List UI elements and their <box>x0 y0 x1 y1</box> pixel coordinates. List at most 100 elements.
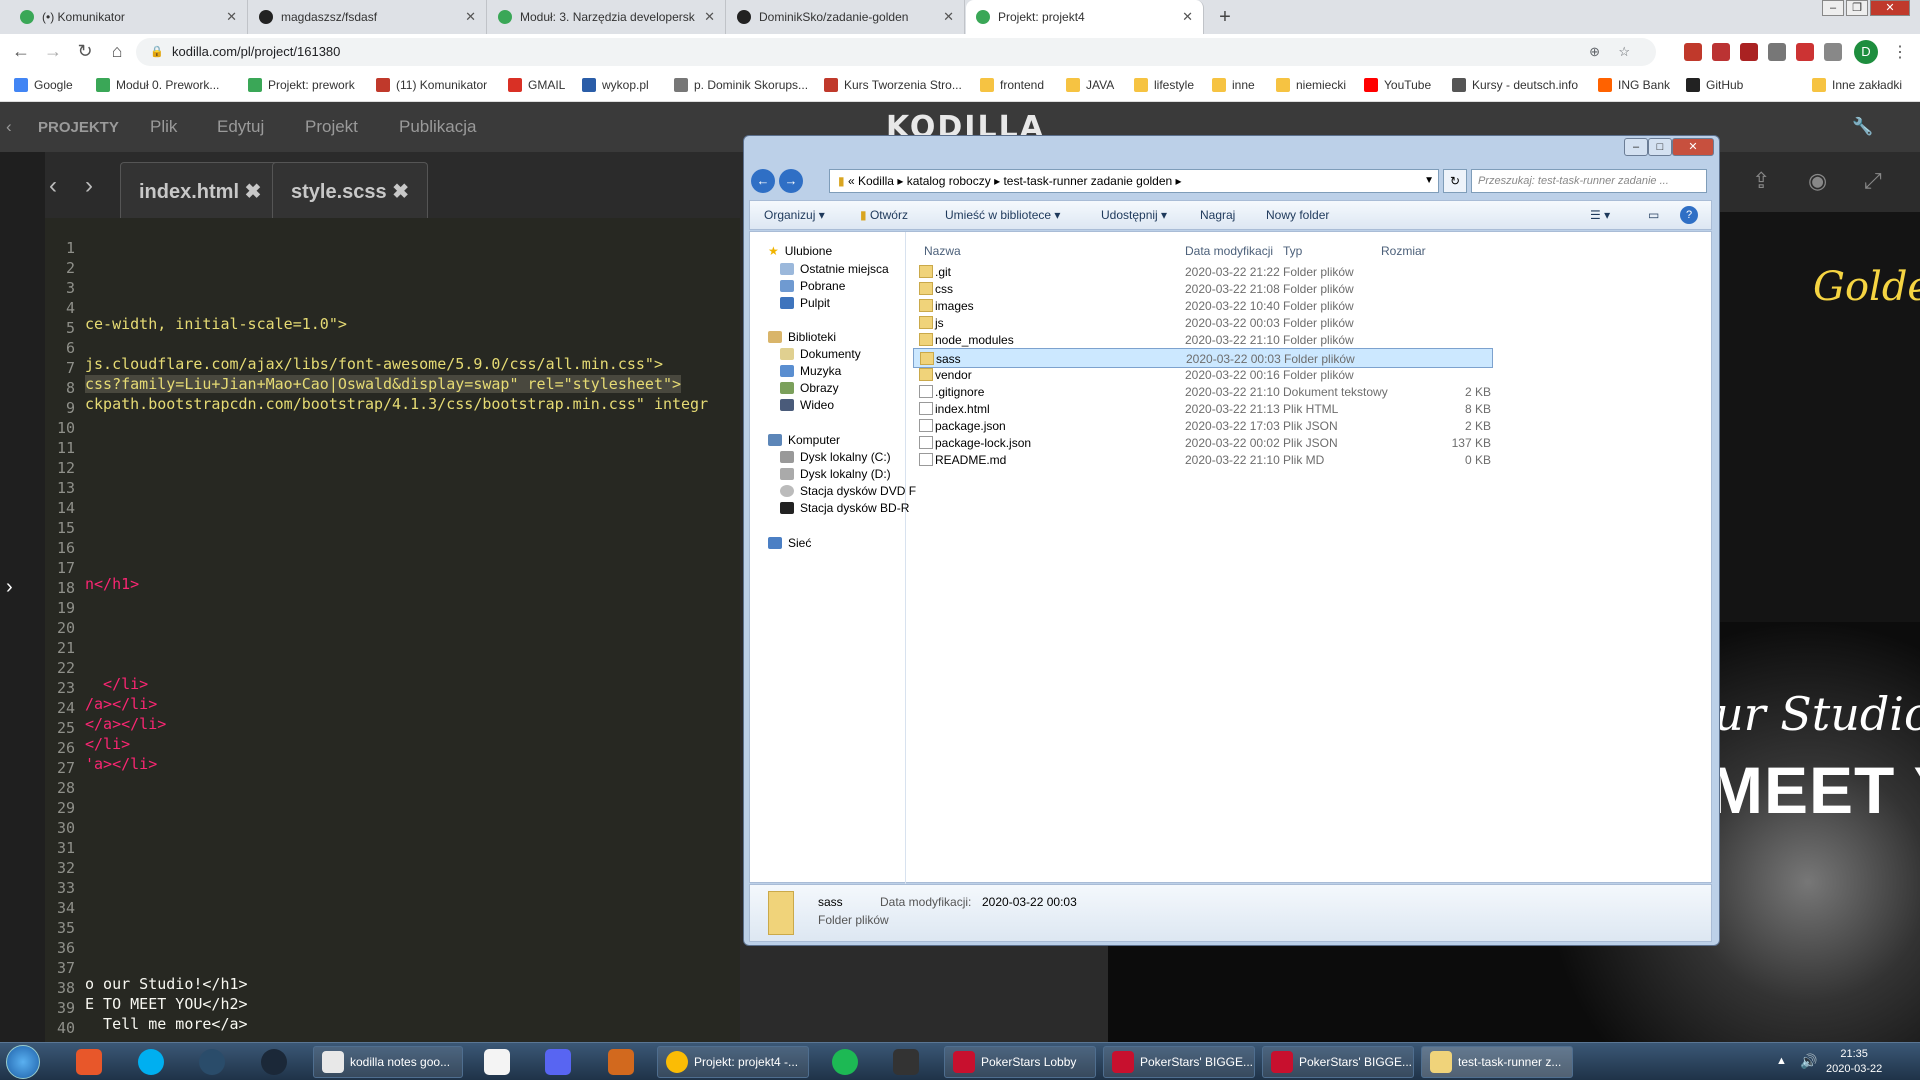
bookmark-item[interactable]: Kursy - deutsch.info <box>1452 78 1578 92</box>
close-icon[interactable]: ✖ <box>245 181 262 203</box>
bookmark-item[interactable]: p. Dominik Skorups... <box>674 78 808 92</box>
bookmark-item[interactable]: ING Bank <box>1598 78 1670 92</box>
zoom-icon[interactable]: ⊕ <box>1589 38 1600 66</box>
taskbar-item[interactable]: PokerStars' BIGGE... <box>1262 1046 1414 1078</box>
extension-icon[interactable] <box>1740 43 1758 61</box>
steam-icon[interactable] <box>261 1049 287 1075</box>
app-icon[interactable] <box>893 1049 919 1075</box>
nav-documents[interactable]: Dokumenty <box>780 347 861 361</box>
new-tab-button[interactable]: + <box>1212 5 1238 31</box>
menu-kebab-icon[interactable]: ⋮ <box>1892 42 1908 62</box>
bookmark-item[interactable]: Google <box>14 78 73 92</box>
breadcrumb-item[interactable]: katalog roboczy <box>907 174 991 188</box>
bookmark-folder[interactable]: frontend <box>980 78 1044 92</box>
bookmark-item[interactable]: YouTube <box>1364 78 1431 92</box>
bookmark-folder[interactable]: niemiecki <box>1276 78 1346 92</box>
fullscreen-icon[interactable]: ⤢ <box>1864 168 1882 194</box>
puzzle-icon[interactable] <box>1824 43 1842 61</box>
close-icon[interactable]: ✕ <box>704 9 715 25</box>
breadcrumb[interactable]: ▮ « Kodilla ▸ katalog roboczy ▸ test-tas… <box>829 169 1439 193</box>
nav-favorites[interactable]: ★ Ulubione <box>768 244 832 258</box>
teamspeak-icon[interactable] <box>199 1049 225 1075</box>
start-button[interactable] <box>6 1045 40 1079</box>
address-bar[interactable]: 🔒 kodilla.com/pl/project/161380 ⊕ ☆ <box>136 38 1656 66</box>
chevron-down-icon[interactable]: ▼ <box>1424 170 1434 192</box>
bookmark-item[interactable]: wykop.pl <box>582 78 649 92</box>
preview-pane-icon[interactable]: ▭ <box>1648 208 1659 222</box>
discord-icon[interactable] <box>545 1049 571 1075</box>
document-icon[interactable] <box>484 1049 510 1075</box>
chevron-left-icon[interactable]: ‹ <box>49 172 57 200</box>
browser-tab[interactable]: Moduł: 3. Narzędzia developersk ✕ <box>488 0 726 34</box>
clock[interactable]: 21:35 2020-03-22 <box>1826 1047 1882 1077</box>
open-button[interactable]: ▮ Otwórz <box>860 208 908 222</box>
nav-bd[interactable]: Stacja dysków BD-R <box>780 501 909 515</box>
search-input[interactable]: Przeszukaj: test-task-runner zadanie ... <box>1471 169 1707 193</box>
restore-button[interactable]: ❐ <box>1846 0 1868 16</box>
tray-arrow-icon[interactable]: ▲ <box>1776 1055 1787 1067</box>
nav-project[interactable]: Projekt <box>305 117 358 137</box>
nav-network[interactable]: Sieć <box>768 536 811 550</box>
code-editor[interactable]: 1 2 3 4 5 6 7 8 9 10 11 12 13 14 15 16 17 18 19 20 21 22 23 24 2… <box>45 218 740 1042</box>
browser-tab-active[interactable]: Projekt: projekt4 ✕ <box>966 0 1204 34</box>
home-button[interactable]: ⌂ <box>106 41 128 62</box>
spotify-icon[interactable] <box>832 1049 858 1075</box>
close-icon[interactable]: ✕ <box>465 9 476 25</box>
include-in-library-button[interactable]: Umieść w bibliotece ▾ <box>945 208 1060 222</box>
wrench-icon[interactable]: 🔧 <box>1852 117 1873 137</box>
file-row[interactable]: README.md 2020-03-22 21:10 Plik MD 0 KB <box>913 450 1493 470</box>
breadcrumb-item[interactable]: test-task-runner zadanie golden <box>1003 174 1172 188</box>
chevron-left-icon[interactable]: ‹ <box>6 117 12 137</box>
gear-icon[interactable] <box>1768 43 1786 61</box>
close-icon[interactable]: ✕ <box>1182 9 1193 25</box>
nav-music[interactable]: Muzyka <box>780 364 841 378</box>
bookmark-item[interactable]: (11) Komunikator <box>376 78 487 92</box>
chevron-right-icon[interactable]: › <box>85 172 93 200</box>
burn-button[interactable]: Nagraj <box>1200 208 1235 222</box>
nav-pictures[interactable]: Obrazy <box>780 381 839 395</box>
gitkraken-icon[interactable] <box>76 1049 102 1075</box>
column-header-name[interactable]: Nazwa <box>924 244 961 258</box>
column-header-type[interactable]: Typ <box>1283 244 1302 258</box>
bookmark-folder[interactable]: JAVA <box>1066 78 1114 92</box>
share-button[interactable]: Udostępnij ▾ <box>1101 208 1167 222</box>
window-close-button[interactable]: ✕ <box>1870 0 1910 16</box>
nav-computer[interactable]: Komputer <box>768 433 840 447</box>
avatar[interactable]: D <box>1854 40 1878 64</box>
organize-button[interactable]: Organizuj ▾ <box>764 208 825 222</box>
nav-disk-d[interactable]: Dysk lokalny (D:) <box>780 467 891 481</box>
bookmark-folder[interactable]: Inne zakładki <box>1812 78 1902 92</box>
bookmark-item[interactable]: Projekt: prework <box>248 78 355 92</box>
browser-tab[interactable]: DominikSko/zadanie-golden ✕ <box>727 0 965 34</box>
pdf-extension-icon[interactable] <box>1712 43 1730 61</box>
new-folder-button[interactable]: Nowy folder <box>1266 208 1329 222</box>
minimize-button[interactable]: – <box>1822 0 1844 16</box>
maximize-button[interactable]: □ <box>1648 138 1672 156</box>
nav-libraries[interactable]: Biblioteki <box>768 330 836 344</box>
nav-dvd[interactable]: Stacja dysków DVD F <box>780 484 916 498</box>
browser-tab[interactable]: magdaszsz/fsdasf ✕ <box>249 0 487 34</box>
browser-tab[interactable]: (•) Komunikator ✕ <box>10 0 248 34</box>
minimize-button[interactable]: – <box>1624 138 1648 156</box>
column-header-size[interactable]: Rozmiar <box>1381 244 1426 258</box>
extension-icon[interactable] <box>1796 43 1814 61</box>
back-button[interactable]: ← <box>10 41 32 62</box>
forward-button[interactable]: → <box>779 169 803 193</box>
taskbar-item[interactable]: kodilla notes goo... <box>313 1046 463 1078</box>
breadcrumb-item[interactable]: Kodilla <box>858 174 894 188</box>
nav-downloads[interactable]: Pobrane <box>780 279 845 293</box>
bookmark-star-icon[interactable]: ☆ <box>1618 38 1630 66</box>
forward-button[interactable]: → <box>42 41 64 62</box>
nav-publish[interactable]: Publikacja <box>399 117 477 137</box>
close-button[interactable]: ✕ <box>1672 138 1714 156</box>
taskbar-item-active[interactable]: test-task-runner z... <box>1421 1046 1573 1078</box>
bookmark-folder[interactable]: inne <box>1212 78 1255 92</box>
eye-icon[interactable]: ◉ <box>1808 168 1827 194</box>
nav-edit[interactable]: Edytuj <box>217 117 264 137</box>
volume-icon[interactable]: 🔊 <box>1800 1053 1817 1070</box>
refresh-button[interactable]: ↻ <box>1443 169 1467 193</box>
close-icon[interactable]: ✕ <box>943 9 954 25</box>
column-header-modified[interactable]: Data modyfikacji <box>1185 244 1273 258</box>
nav-file[interactable]: Plik <box>150 117 177 137</box>
close-icon[interactable]: ✕ <box>226 9 237 25</box>
